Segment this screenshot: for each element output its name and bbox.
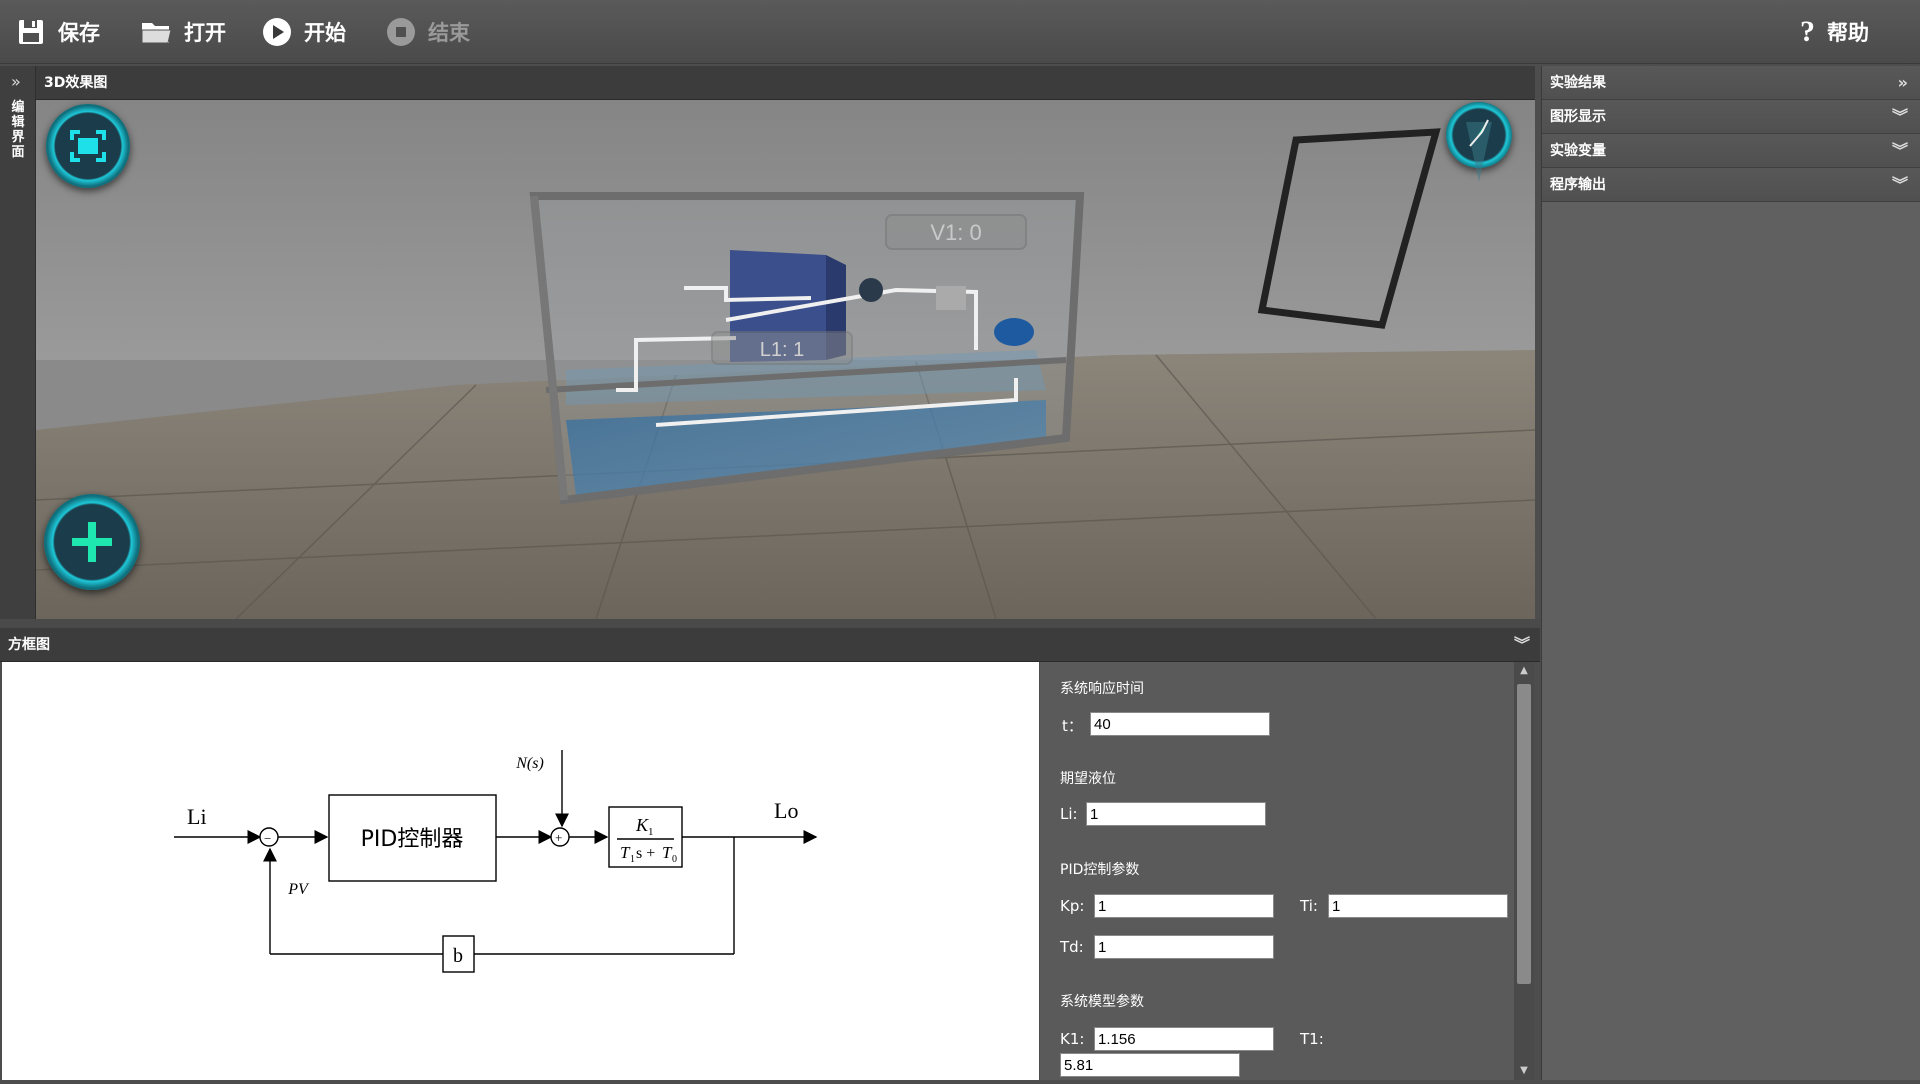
response-time-title: 系统响应时间 — [1060, 681, 1144, 697]
scroll-up-icon[interactable]: ▲ — [1514, 662, 1534, 680]
save-label: 保存 — [58, 21, 100, 45]
l1-tag: L1: 1 — [760, 339, 804, 361]
parameters-panel: 系统响应时间 t： 期望液位 Li: PID控制参数 Kp: Ti: Td: 系… — [1040, 662, 1514, 1080]
tf-num-sub: 1 — [648, 826, 654, 838]
ti-input[interactable] — [1328, 894, 1508, 918]
t1-input[interactable] — [1060, 1053, 1240, 1077]
stop-label: 结束 — [428, 21, 470, 45]
double-chevron-down-icon: ︾ — [1891, 175, 1908, 194]
double-chevron-right-icon[interactable]: » — [11, 72, 21, 91]
k1-input[interactable] — [1094, 1027, 1274, 1051]
block-diagram-header: 方框图 ︾ — [0, 628, 1540, 662]
stop-icon — [386, 17, 416, 47]
pid-params-title: PID控制参数 — [1060, 862, 1140, 878]
accordion-program-output[interactable]: 程序输出 ︾ — [1542, 168, 1920, 202]
view3d-viewport[interactable]: V1: 0 L1: 1 — [36, 100, 1535, 619]
li-input[interactable] — [1086, 802, 1266, 826]
double-chevron-down-icon: ︾ — [1891, 141, 1908, 160]
block-diagram-svg: Li Lo PID控制器 N(s) PV b − + K 1 T 1 s + T… — [174, 750, 818, 973]
view3d-title: 3D效果图 — [44, 75, 108, 91]
k1-label: K1: — [1060, 1030, 1085, 1048]
open-label: 打开 — [184, 21, 226, 45]
fullscreen-button[interactable] — [46, 104, 130, 188]
stop-button[interactable]: 结束 — [386, 14, 470, 50]
desired-level-title: 期望液位 — [1060, 771, 1116, 787]
tf-den-sub1: 1 — [630, 854, 635, 865]
add-button[interactable] — [44, 494, 140, 590]
accordion-label: 实验变量 — [1550, 143, 1606, 159]
scroll-down-icon[interactable]: ▼ — [1514, 1062, 1534, 1080]
t-label: t： — [1062, 717, 1083, 735]
params-scrollbar[interactable]: ▲ ▼ — [1514, 662, 1534, 1080]
question-icon: ? — [1800, 15, 1815, 48]
play-icon — [262, 17, 292, 47]
output-label: Lo — [774, 798, 798, 823]
edit-panel-label: 编辑界面 — [11, 100, 25, 160]
kp-label: Kp: — [1060, 897, 1085, 915]
start-button[interactable]: 开始 — [262, 14, 346, 50]
help-button[interactable]: ? 帮助 — [1800, 14, 1869, 50]
double-chevron-down-icon[interactable]: ︾ — [1514, 628, 1530, 662]
li-label: Li: — [1060, 805, 1078, 823]
tf-den-s: s + — [636, 845, 655, 862]
double-chevron-down-icon: ︾ — [1891, 107, 1908, 126]
accordion-label: 实验结果 — [1550, 75, 1606, 91]
accordion-experiment-results[interactable]: 实验结果 » — [1542, 66, 1920, 100]
start-label: 开始 — [304, 21, 346, 45]
compass-button[interactable] — [1446, 102, 1512, 182]
feedback-block-label: b — [453, 945, 463, 967]
open-button[interactable]: 打开 — [140, 14, 226, 50]
td-label: Td: — [1060, 938, 1084, 956]
accordion-experiment-variables[interactable]: 实验变量 ︾ — [1542, 134, 1920, 168]
scroll-thumb[interactable] — [1517, 684, 1531, 984]
feedback-label: PV — [287, 881, 310, 898]
edit-panel-strip[interactable]: » 编辑界面 — [0, 66, 36, 619]
plus-icon — [72, 522, 112, 562]
scene-3d: V1: 0 L1: 1 — [36, 100, 1535, 619]
accordion-graph-display[interactable]: 图形显示 ︾ — [1542, 100, 1920, 134]
input-label: Li — [187, 804, 207, 829]
save-icon — [16, 17, 46, 47]
model-params-title: 系统模型参数 — [1060, 994, 1144, 1010]
tf-den-sub0: 0 — [672, 854, 677, 865]
sum2-sign: + — [555, 830, 562, 845]
help-label: 帮助 — [1827, 21, 1869, 45]
compass-icon — [1466, 119, 1492, 182]
toolbar: 保存 打开 开始 结束 ? 帮助 — [0, 0, 1920, 64]
v1-tag: V1: 0 — [930, 220, 981, 245]
t1-label: T1: — [1300, 1030, 1324, 1048]
td-input[interactable] — [1094, 935, 1274, 959]
ti-label: Ti: — [1300, 897, 1318, 915]
disturbance-label: N(s) — [515, 755, 544, 772]
folder-icon — [140, 18, 172, 46]
right-panel: 实验结果 » 图形显示 ︾ 实验变量 ︾ 程序输出 ︾ — [1541, 66, 1920, 1080]
t-input[interactable] — [1090, 712, 1270, 736]
double-chevron-right-icon: » — [1897, 73, 1908, 92]
block-diagram-title: 方框图 — [8, 637, 50, 653]
save-button[interactable]: 保存 — [16, 14, 100, 50]
tf-numerator: K — [635, 815, 649, 835]
controller-label: PID控制器 — [361, 827, 464, 852]
accordion-label: 图形显示 — [1550, 109, 1606, 125]
kp-input[interactable] — [1094, 894, 1274, 918]
sum1-sign: − — [264, 831, 271, 846]
accordion-label: 程序输出 — [1550, 177, 1606, 193]
view3d-header: 3D效果图 — [36, 66, 1535, 100]
block-diagram-canvas: Li Lo PID控制器 N(s) PV b − + K 1 T 1 s + T… — [2, 662, 1039, 1080]
fullscreen-icon — [70, 130, 106, 162]
